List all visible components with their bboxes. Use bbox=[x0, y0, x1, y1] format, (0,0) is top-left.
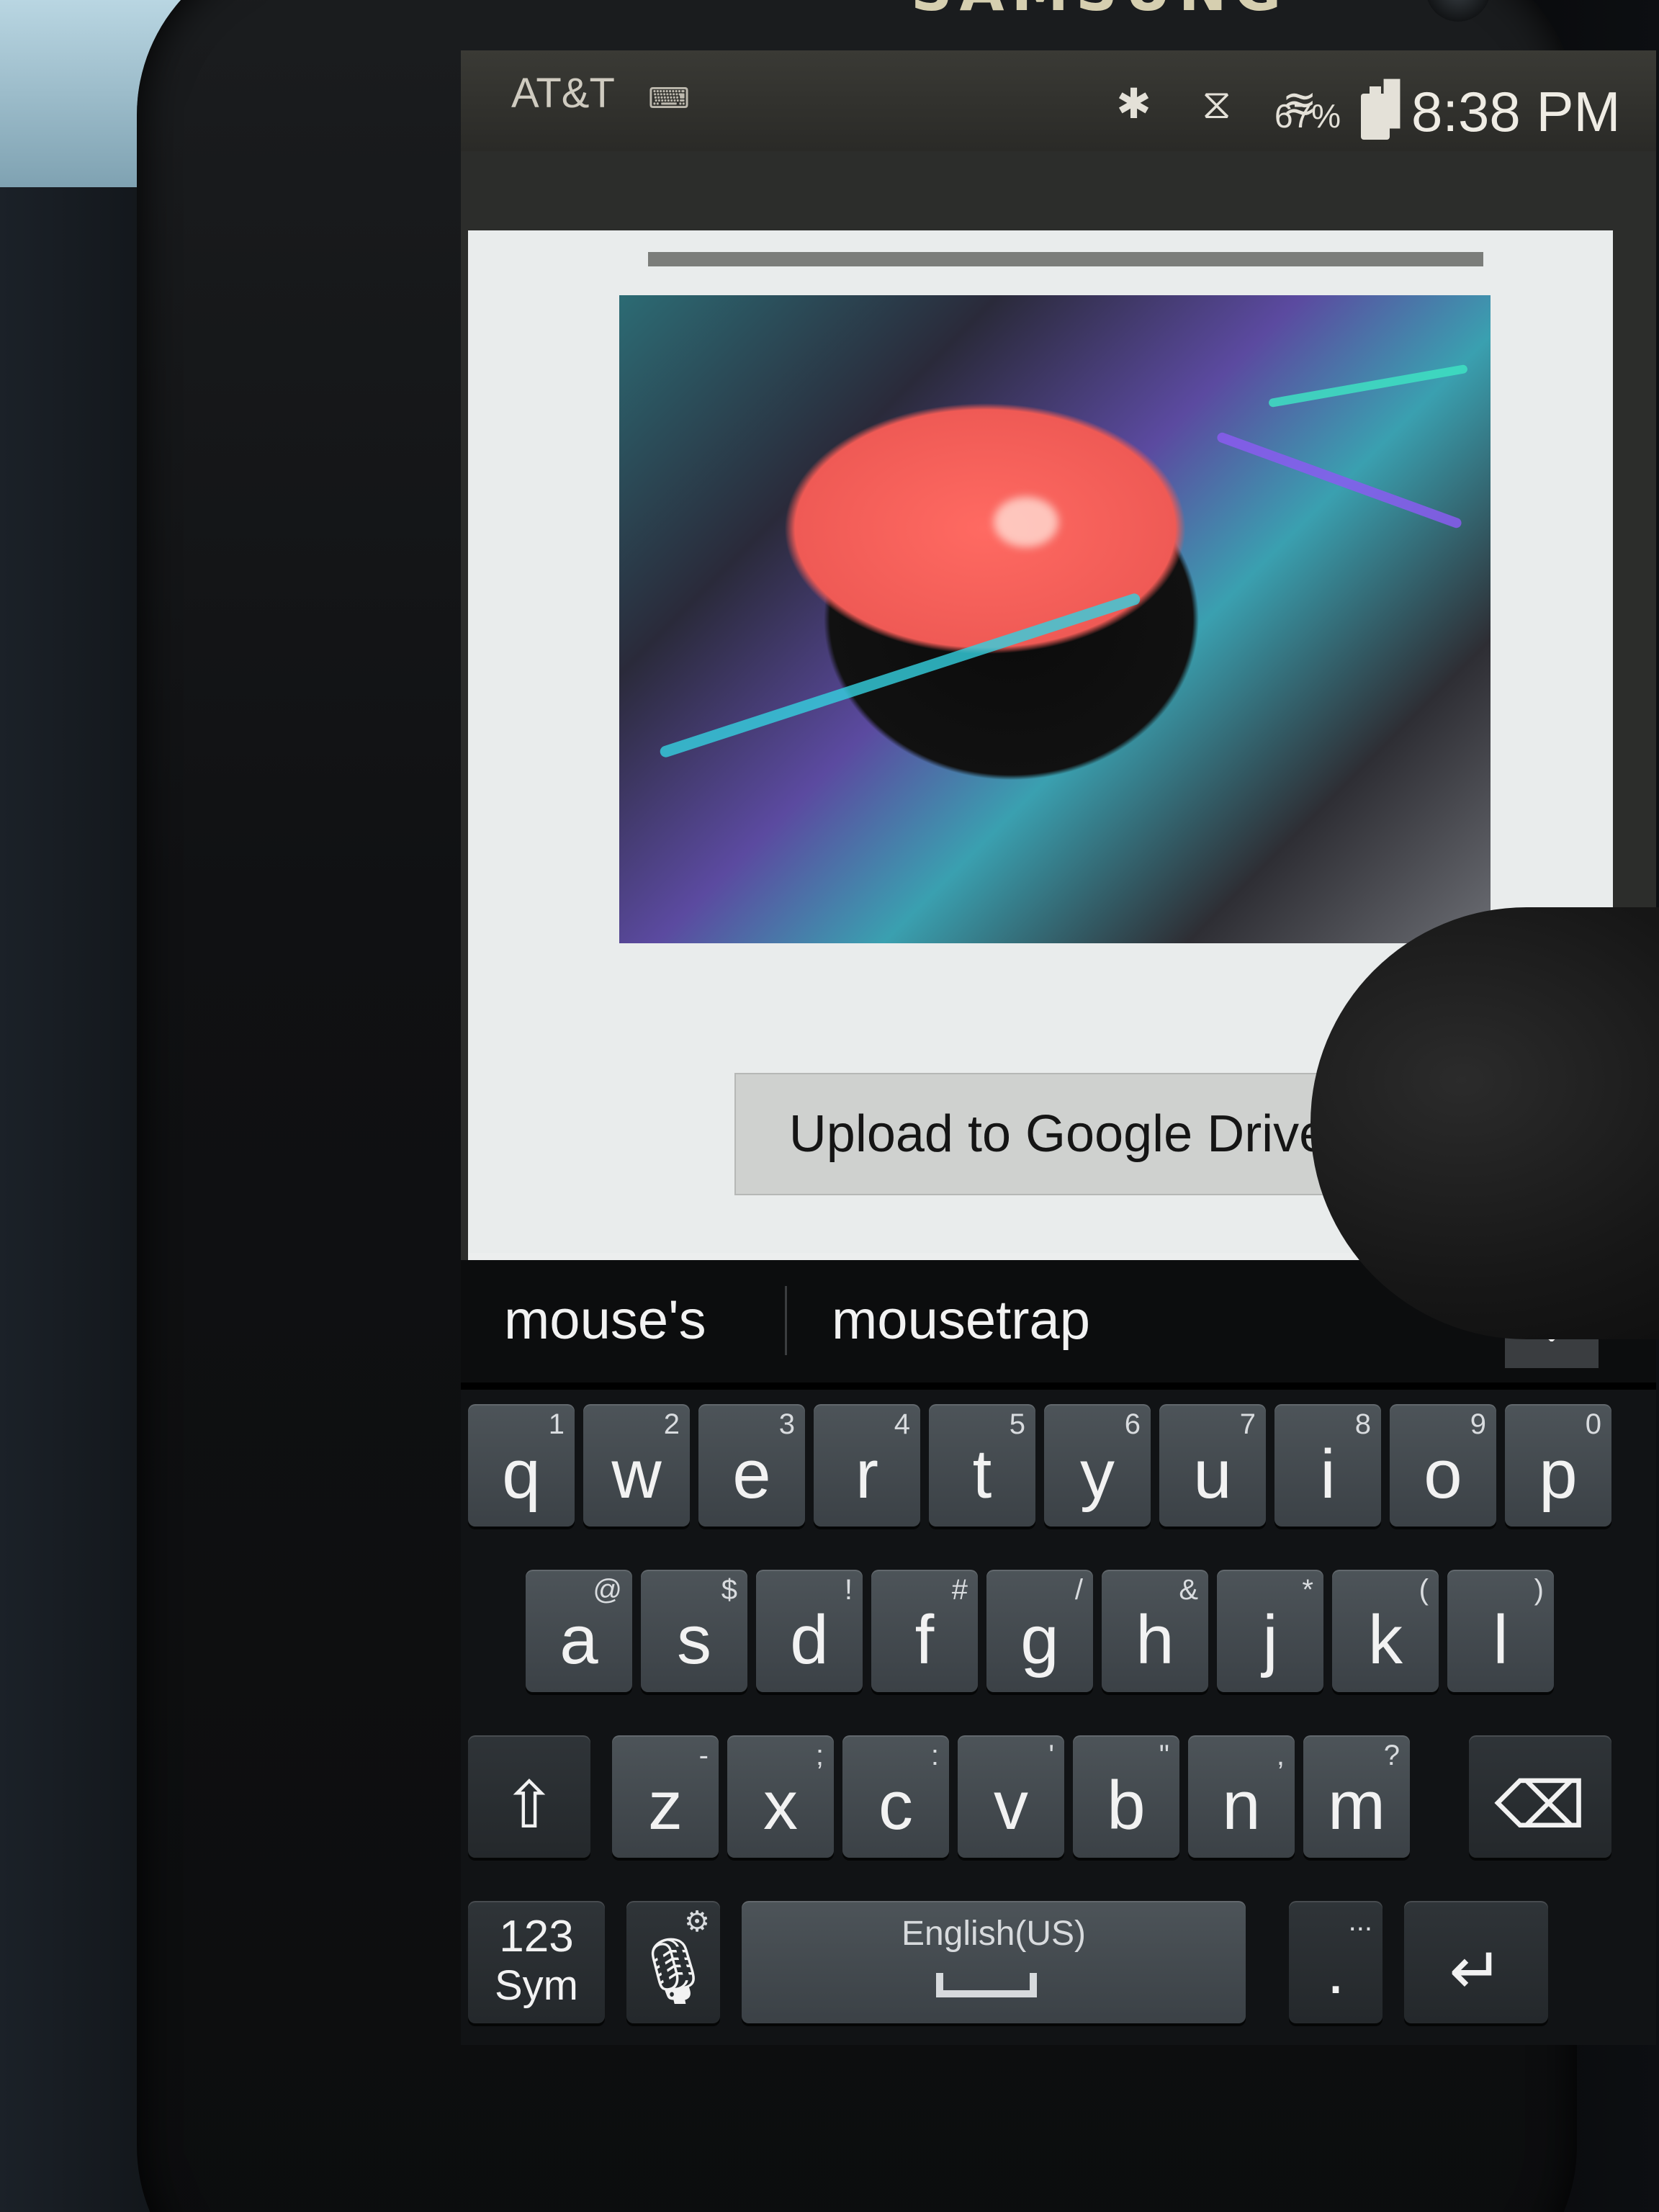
key-a[interactable]: @ a bbox=[526, 1570, 632, 1692]
key-r[interactable]: 4r bbox=[814, 1404, 920, 1527]
keyboard-row-2: @ a $ s ! d # f / g & h * j (k ) l bbox=[461, 1570, 1656, 1714]
battery-icon bbox=[1361, 86, 1390, 140]
period-key[interactable]: ... . bbox=[1289, 1901, 1382, 2023]
key-b[interactable]: " b bbox=[1073, 1735, 1179, 1858]
shift-key[interactable]: ⇧ bbox=[468, 1735, 590, 1858]
suggestion-item[interactable]: mouse's bbox=[504, 1289, 706, 1352]
key-z[interactable]: -z bbox=[612, 1735, 719, 1858]
photo-frame-band bbox=[648, 252, 1483, 266]
photo-detail bbox=[1215, 431, 1463, 530]
keyboard-row-4: 123 Sym ⚙ 🎙 English(US) ... . ↵ bbox=[461, 1901, 1656, 2045]
key-i[interactable]: 8i bbox=[1274, 1404, 1381, 1527]
key-h[interactable]: & h bbox=[1102, 1570, 1208, 1692]
key-m[interactable]: ? m bbox=[1303, 1735, 1410, 1858]
symbols-key[interactable]: 123 Sym bbox=[468, 1901, 605, 2023]
key-n[interactable]: ,n bbox=[1188, 1735, 1295, 1858]
space-key[interactable]: English(US) bbox=[742, 1901, 1246, 2023]
backspace-icon: ⌫ bbox=[1494, 1770, 1586, 1842]
keyboard-notification-icon: ⌨ bbox=[648, 82, 690, 115]
key-x[interactable]: ; x bbox=[727, 1735, 834, 1858]
battery-percent: 67% bbox=[1274, 97, 1341, 135]
key-o[interactable]: 9o bbox=[1390, 1404, 1496, 1527]
enter-icon: ↵ bbox=[1449, 1936, 1503, 2008]
key-g[interactable]: / g bbox=[986, 1570, 1093, 1692]
suggestion-item[interactable]: mousetrap bbox=[832, 1289, 1090, 1352]
backspace-key[interactable]: ⌫ bbox=[1469, 1735, 1611, 1858]
carrier-label: AT&T bbox=[511, 70, 615, 117]
front-camera bbox=[1426, 0, 1491, 22]
photo-detail bbox=[1268, 364, 1468, 408]
key-l[interactable]: ) l bbox=[1447, 1570, 1554, 1692]
key-d[interactable]: ! d bbox=[756, 1570, 863, 1692]
upload-to-google-drive-button[interactable]: Upload to Google Drive bbox=[734, 1073, 1382, 1195]
key-w[interactable]: 2w bbox=[583, 1404, 690, 1527]
space-icon bbox=[936, 1973, 1037, 1997]
key-j[interactable]: * j bbox=[1217, 1570, 1323, 1692]
key-q[interactable]: 1q bbox=[468, 1404, 575, 1527]
key-t[interactable]: 5t bbox=[929, 1404, 1035, 1527]
keyboard-row-3: ⇧ -z ; x :c ' v " b ,n ? m ⌫ bbox=[461, 1735, 1656, 1879]
key-e[interactable]: 3e bbox=[698, 1404, 805, 1527]
photo-scene: SAMSUNG AT&T ⌨ ✱ ⧖ ≋ ▟ 67% 8:38 PM bbox=[0, 0, 1659, 2212]
shift-icon: ⇧ bbox=[502, 1770, 557, 1842]
key-s[interactable]: $ s bbox=[641, 1570, 747, 1692]
photo-detail bbox=[658, 592, 1142, 759]
on-screen-keyboard: 1q 2w 3e 4r 5t 6y 7u 8i 9o 0p @ a $ s ! d #… bbox=[461, 1390, 1656, 2045]
key-y[interactable]: 6y bbox=[1044, 1404, 1151, 1527]
key-p[interactable]: 0p bbox=[1505, 1404, 1611, 1527]
suggestion-divider bbox=[785, 1286, 787, 1355]
voice-input-key[interactable]: ⚙ 🎙 bbox=[626, 1901, 720, 2023]
status-time: 8:38 PM bbox=[1411, 80, 1621, 143]
selected-photo bbox=[619, 295, 1491, 943]
key-k[interactable]: (k bbox=[1332, 1570, 1439, 1692]
keyboard-row-1: 1q 2w 3e 4r 5t 6y 7u 8i 9o 0p bbox=[461, 1404, 1656, 1548]
microphone-icon: 🎙 bbox=[631, 1936, 715, 2008]
enter-key[interactable]: ↵ bbox=[1404, 1901, 1548, 2023]
key-v[interactable]: ' v bbox=[958, 1735, 1064, 1858]
settings-icon: ⚙ bbox=[684, 1906, 710, 1938]
key-f[interactable]: # f bbox=[871, 1570, 978, 1692]
photo-highlight bbox=[994, 497, 1058, 547]
key-u[interactable]: 7u bbox=[1159, 1404, 1266, 1527]
status-bar: AT&T ⌨ ✱ ⧖ ≋ ▟ 67% 8:38 PM bbox=[461, 50, 1656, 151]
space-language-label: English(US) bbox=[901, 1915, 1087, 1953]
brand-logo: SAMSUNG bbox=[911, 0, 1288, 24]
key-c[interactable]: :c bbox=[842, 1735, 949, 1858]
